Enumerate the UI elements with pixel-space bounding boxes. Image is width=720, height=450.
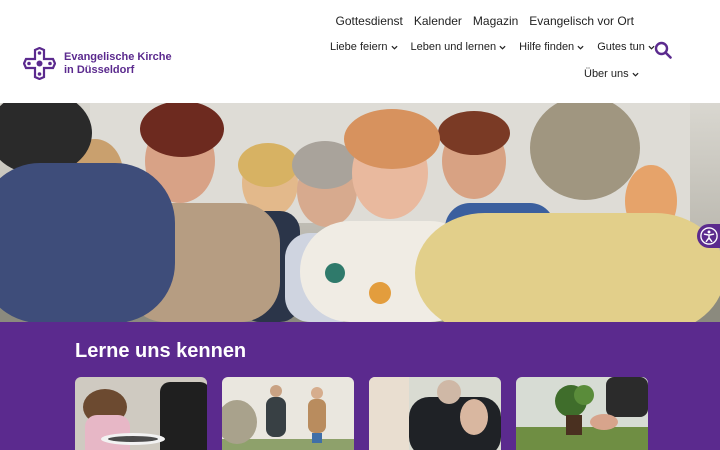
- accessibility-button[interactable]: [697, 224, 720, 248]
- nav-item-label: Über uns: [584, 68, 629, 80]
- card-image: [75, 377, 207, 450]
- nav-item-gutes-tun[interactable]: Gutes tun: [597, 41, 655, 53]
- chevron-down-icon: [499, 45, 506, 50]
- card-list: [75, 377, 648, 450]
- chevron-down-icon: [577, 45, 584, 50]
- service-link-vor-ort[interactable]: Evangelisch vor Ort: [529, 14, 634, 28]
- card-walk[interactable]: [222, 377, 354, 450]
- search-button[interactable]: [654, 41, 672, 59]
- nav-item-liebe-feiern[interactable]: Liebe feiern: [330, 41, 398, 53]
- site-header: Evangelische Kirche in Düsseldorf Gottes…: [0, 0, 720, 103]
- nav-item-label: Leben und lernen: [410, 41, 497, 53]
- nav-item-leben-und-lernen[interactable]: Leben und lernen: [411, 41, 507, 53]
- service-link-kalender[interactable]: Kalender: [414, 14, 462, 28]
- service-nav: Gottesdienst Kalender Magazin Evangelisc…: [336, 14, 635, 28]
- hero-photo-women-laughing: [0, 103, 720, 322]
- logo-line2: in Düsseldorf: [64, 63, 135, 76]
- card-image: [222, 377, 354, 450]
- section-heading: Lerne uns kennen: [75, 340, 247, 362]
- main-nav-row2: Über uns: [584, 68, 639, 80]
- card-comfort[interactable]: [369, 377, 501, 450]
- accessibility-icon: [699, 227, 718, 245]
- chevron-down-icon: [390, 45, 398, 50]
- intro-section: Lerne uns kennen: [0, 322, 720, 450]
- nav-item-label: Liebe feiern: [330, 41, 388, 53]
- nav-item-label: Gutes tun: [597, 41, 645, 53]
- service-link-magazin[interactable]: Magazin: [473, 14, 518, 28]
- logo-text: Evangelische Kirche in Düsseldorf: [64, 51, 172, 77]
- page: Evangelische Kirche in Düsseldorf Gottes…: [0, 0, 720, 450]
- logo-line1: Evangelische Kirche: [64, 50, 172, 63]
- card-image: [369, 377, 501, 450]
- card-baptism[interactable]: [75, 377, 207, 450]
- nav-item-hilfe-finden[interactable]: Hilfe finden: [519, 41, 584, 53]
- card-planting[interactable]: [516, 377, 648, 450]
- nav-item-ueber-uns[interactable]: Über uns: [584, 68, 639, 80]
- card-image: [516, 377, 648, 450]
- service-link-gottesdienst[interactable]: Gottesdienst: [336, 14, 403, 28]
- site-logo[interactable]: Evangelische Kirche in Düsseldorf: [23, 47, 172, 80]
- cross-logo-icon: [23, 47, 56, 80]
- nav-item-label: Hilfe finden: [519, 41, 575, 53]
- main-nav: Liebe feiern Leben und lernen Hilfe find…: [330, 41, 655, 53]
- search-icon: [654, 41, 672, 59]
- hero-image: [0, 103, 720, 322]
- chevron-down-icon: [632, 72, 639, 77]
